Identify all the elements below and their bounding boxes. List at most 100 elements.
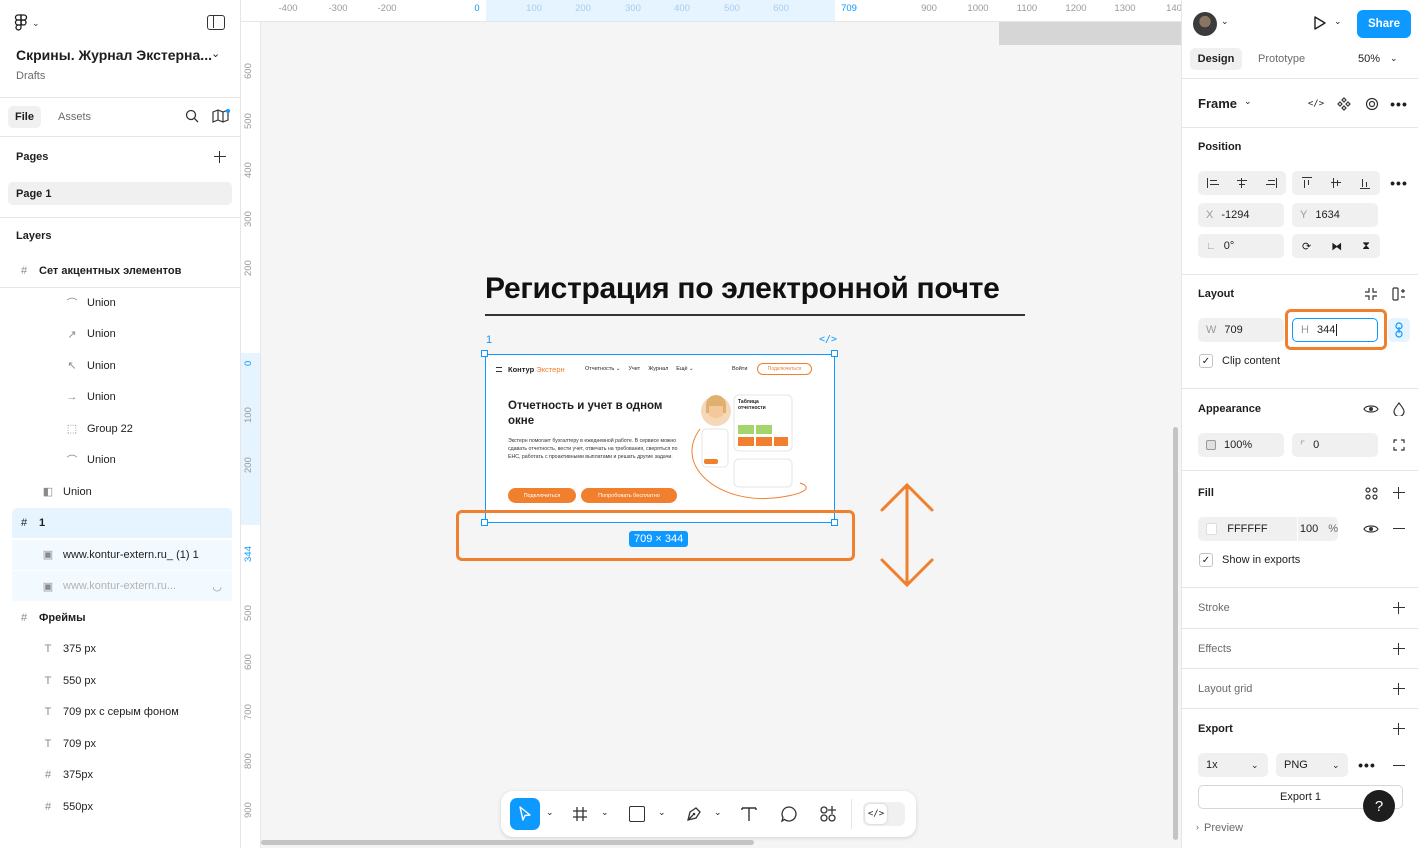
play-icon[interactable] [1313, 15, 1327, 31]
flip-horizontal-icon[interactable]: ⧓ [1331, 240, 1342, 253]
page-item[interactable]: Page 1 [8, 182, 232, 205]
layer-row[interactable]: ▣ www.kontur-extern.ru_ (1) 1 [12, 539, 232, 570]
layer-row[interactable]: ▣ www.kontur-extern.ru... ◡ [12, 571, 232, 601]
hidden-eye-icon[interactable]: ◡ [212, 580, 222, 593]
search-icon[interactable] [185, 109, 199, 123]
pen-tool-icon[interactable] [685, 805, 703, 823]
comment-tool-icon[interactable] [780, 805, 798, 823]
flip-vertical-icon[interactable]: ⧗ [1362, 240, 1370, 253]
code-icon[interactable]: </> [819, 334, 837, 345]
align-center-icon[interactable] [1235, 178, 1248, 188]
preview-toggle[interactable]: › Preview [1196, 822, 1243, 834]
layer-row[interactable]: #550px [0, 792, 240, 822]
add-stroke-button[interactable] [1391, 600, 1407, 616]
align-bottom-icon[interactable] [1360, 177, 1371, 189]
horizontal-scrollbar[interactable] [261, 840, 754, 845]
layer-row[interactable]: ↖ Union [0, 351, 240, 381]
export-scale-select[interactable]: 1x ⌄ [1198, 753, 1268, 777]
fill-color-field[interactable]: FFFFFF 100 % [1198, 517, 1338, 541]
align-middle-icon[interactable] [1330, 177, 1341, 189]
selected-frame[interactable]: Контур Экстерн Отчетность ⌄ Учет Журнал … [485, 354, 835, 523]
share-button[interactable]: Share [1357, 10, 1411, 38]
add-fill-button[interactable] [1391, 485, 1407, 501]
add-layout-grid-button[interactable] [1391, 681, 1407, 697]
vertical-scrollbar[interactable] [1173, 427, 1178, 840]
frame-type-dropdown[interactable]: Frame ⌄ [1198, 96, 1252, 111]
auto-layout-icon[interactable] [1387, 282, 1411, 306]
actions-tool-icon[interactable] [819, 805, 837, 823]
export-format-select[interactable]: PNG ⌄ [1276, 753, 1348, 777]
layer-row[interactable]: T 709 px с серым фоном [0, 697, 240, 727]
fill-swatch[interactable] [1206, 523, 1218, 535]
resize-handle[interactable] [481, 350, 488, 357]
layer-row[interactable]: # Фреймы [0, 603, 240, 633]
more-icon[interactable]: ••• [1387, 171, 1411, 195]
layer-row[interactable]: ◧ Union [0, 477, 240, 507]
file-title[interactable]: Скрины. Журнал Экстерна... [16, 47, 212, 63]
shape-tool-icon[interactable] [629, 806, 645, 822]
layer-row[interactable]: #375px [0, 760, 240, 790]
eye-icon[interactable] [1359, 517, 1383, 541]
dev-mode-toggle[interactable]: </> [863, 802, 905, 826]
layer-row[interactable]: → Union [0, 382, 240, 412]
corner-radius-field[interactable]: ⌜ 0 [1292, 433, 1378, 457]
align-left-icon[interactable] [1206, 178, 1219, 188]
canvas[interactable]: Регистрация по электронной почте 1 </> К… [261, 22, 1181, 848]
layer-row[interactable]: ⌒ Union [0, 288, 240, 318]
remove-export-button[interactable] [1393, 765, 1405, 767]
chevron-down-icon[interactable]: ⌄ [658, 807, 666, 818]
file-location[interactable]: Drafts [16, 70, 45, 82]
independent-corners-icon[interactable] [1387, 433, 1411, 457]
resize-handle[interactable] [831, 350, 838, 357]
layer-row[interactable]: ⬚ Group 22 [0, 414, 240, 444]
styles-icon[interactable] [1359, 481, 1383, 505]
y-field[interactable]: Y 1634 [1292, 203, 1378, 227]
constrain-proportions-button[interactable] [1388, 318, 1410, 342]
tab-prototype[interactable]: Prototype [1258, 53, 1305, 65]
zoom-level[interactable]: 50% ⌄ [1358, 53, 1398, 65]
align-right-icon[interactable] [1265, 178, 1278, 188]
rotate-icon[interactable]: ⟳ [1302, 240, 1311, 253]
help-button[interactable]: ? [1363, 790, 1395, 822]
chevron-down-icon[interactable]: ⌄ [714, 807, 722, 818]
frame-tool-icon[interactable] [572, 806, 588, 822]
remove-fill-button[interactable] [1393, 528, 1405, 530]
more-icon[interactable]: ••• [1387, 92, 1411, 116]
mask-icon[interactable] [1360, 92, 1384, 116]
show-in-exports-checkbox[interactable]: ✓ [1199, 553, 1213, 567]
collapse-icon[interactable] [1359, 282, 1383, 306]
layer-row[interactable]: T 709 px [0, 729, 240, 759]
blend-mode-icon[interactable] [1387, 397, 1411, 421]
chevron-down-icon[interactable]: ⌄ [1334, 16, 1342, 27]
chevron-down-icon[interactable]: ⌄ [211, 47, 220, 60]
chevron-down-icon[interactable]: ⌄ [546, 807, 554, 818]
chevron-down-icon[interactable]: ⌄ [601, 807, 609, 818]
opacity-field[interactable]: 100% [1198, 433, 1284, 457]
tab-design[interactable]: Design [1190, 48, 1242, 70]
figma-menu-button[interactable]: ⌄ [14, 13, 46, 33]
right-panel-scrollbar[interactable] [1412, 100, 1416, 780]
move-tool-button[interactable] [510, 798, 540, 830]
tab-assets[interactable]: Assets [58, 111, 91, 123]
more-icon[interactable]: ••• [1355, 753, 1379, 777]
align-top-icon[interactable] [1301, 177, 1312, 189]
sidebar-toggle-icon[interactable] [207, 15, 225, 30]
eye-icon[interactable] [1359, 397, 1383, 421]
canvas-heading[interactable]: Регистрация по электронной почте [485, 272, 1000, 306]
text-tool-icon[interactable] [741, 806, 757, 822]
add-page-button[interactable] [212, 149, 228, 165]
x-field[interactable]: X -1294 [1198, 203, 1284, 227]
clip-content-checkbox[interactable]: ✓ [1199, 354, 1213, 368]
layer-row[interactable]: ⌒ Union [0, 445, 240, 475]
frame-label[interactable]: 1 [486, 334, 492, 346]
layer-row[interactable]: #1 [12, 508, 232, 538]
layer-row[interactable]: T 375 px [0, 634, 240, 664]
component-icon[interactable] [1332, 92, 1356, 116]
code-icon[interactable]: </> [1304, 92, 1328, 116]
avatar[interactable] [1193, 12, 1217, 36]
chevron-down-icon[interactable]: ⌄ [1221, 16, 1229, 27]
add-effect-button[interactable] [1391, 641, 1407, 657]
library-icon[interactable] [212, 109, 230, 124]
add-export-button[interactable] [1391, 721, 1407, 737]
width-field[interactable]: W 709 [1198, 318, 1284, 342]
